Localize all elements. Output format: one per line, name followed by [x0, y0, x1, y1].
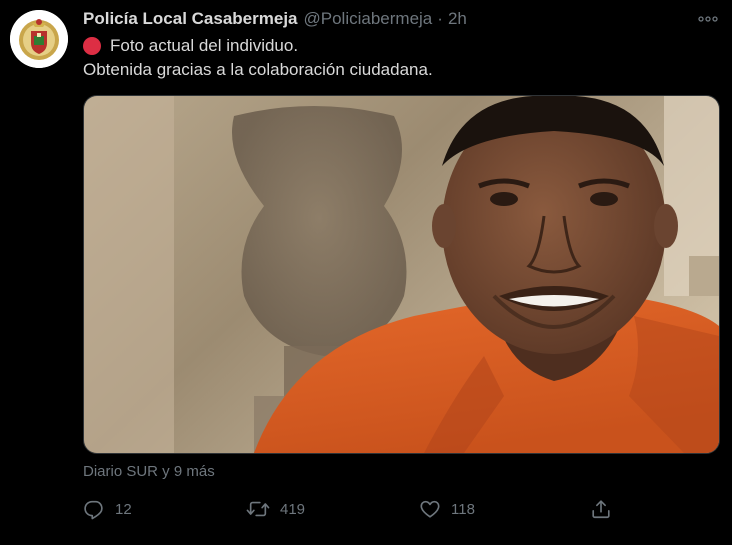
tweet-header: Policía Local Casabermeja @Policiabermej… — [83, 8, 467, 30]
avatar[interactable] — [10, 10, 68, 68]
timestamp[interactable]: 2h — [448, 9, 467, 29]
more-horizontal-icon — [698, 16, 718, 22]
author-name[interactable]: Policía Local Casabermeja — [83, 9, 298, 29]
share-button[interactable] — [590, 495, 612, 523]
retweet-count: 419 — [280, 500, 306, 518]
tweet-photo[interactable] — [83, 95, 720, 454]
author-handle[interactable]: @Policiabermeja — [304, 9, 433, 29]
media-credit[interactable]: Diario SUR y 9 más — [83, 463, 215, 480]
heart-icon — [420, 500, 440, 518]
tweet-text-line-2: Obtenida gracias a la colaboración ciuda… — [83, 60, 433, 79]
red-circle-emoji — [83, 37, 101, 55]
like-button[interactable]: 118 — [419, 495, 475, 523]
retweet-button[interactable]: 419 — [246, 495, 305, 523]
photo-image — [84, 96, 719, 453]
tweet: Policía Local Casabermeja @Policiabermej… — [0, 0, 732, 545]
retweet-icon — [246, 501, 270, 517]
reply-icon — [84, 500, 103, 520]
police-badge-icon — [10, 10, 68, 68]
tweet-actions: 12 419 118 — [83, 495, 623, 523]
tweet-text: Foto actual del individuo. Obtenida grac… — [83, 34, 713, 82]
more-options-button[interactable] — [696, 8, 720, 30]
separator-dot: · — [437, 9, 443, 28]
like-count: 118 — [451, 500, 475, 518]
reply-count: 12 — [115, 500, 132, 518]
tweet-text-line-1: Foto actual del individuo. — [110, 36, 299, 55]
reply-button[interactable]: 12 — [83, 495, 132, 523]
share-icon — [592, 500, 610, 519]
